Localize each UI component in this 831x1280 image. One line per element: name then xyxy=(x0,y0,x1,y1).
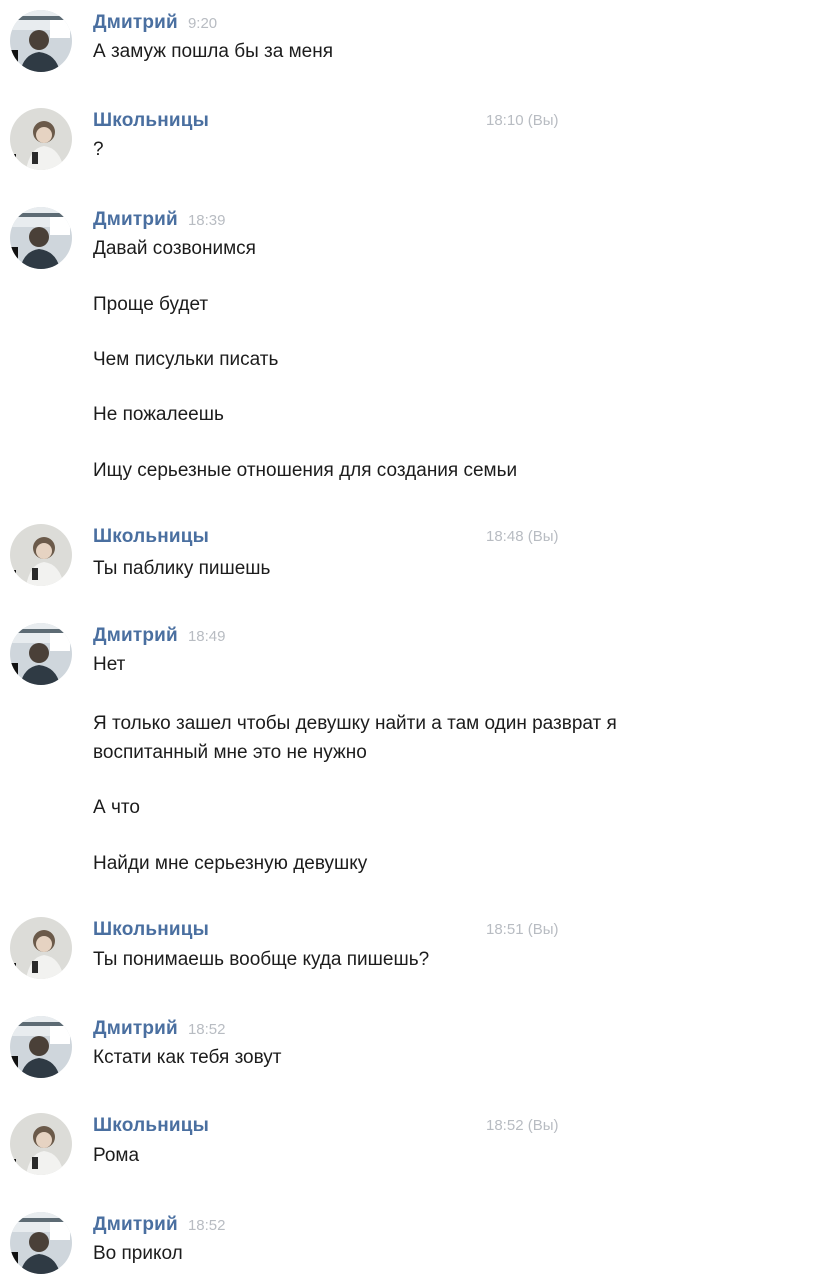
message-time: 18:48 (Вы) xyxy=(486,528,559,545)
message-text: Кстати как тебя зовут xyxy=(93,1047,282,1068)
avatar-schoolgirls[interactable] xyxy=(10,108,72,170)
avatar-schoolgirls-image xyxy=(10,108,72,170)
avatar-dmitry-image xyxy=(10,623,72,685)
avatar-schoolgirls[interactable] xyxy=(10,917,72,979)
avatar-schoolgirls[interactable] xyxy=(10,1113,72,1175)
chat-history: Дмитрий 9:20 А замуж пошла бы за меня Шко… xyxy=(0,0,831,1280)
message-header: Школьницы 18:52 (Вы) xyxy=(93,1115,558,1137)
message-time: 9:20 xyxy=(187,15,218,32)
message-text: Рома xyxy=(93,1145,140,1166)
message-text: Ты паблику пишешь xyxy=(93,558,271,579)
message-time: 18:39 xyxy=(187,212,226,229)
message-text: Проще будет xyxy=(93,294,209,315)
avatar-schoolgirls-image xyxy=(10,917,72,979)
message-time: 18:52 (Вы) xyxy=(486,1117,559,1134)
message-text: Ищу серьезные отношения для создания сем… xyxy=(93,460,518,481)
message-group: Школьницы 18:10 (Вы) ? xyxy=(0,98,831,188)
message-group: Школьницы 18:51 (Вы) Ты понимаешь вообще… xyxy=(0,907,831,997)
avatar-dmitry-image xyxy=(10,207,72,269)
avatar-schoolgirls[interactable] xyxy=(10,524,72,586)
message-group: Дмитрий 18:39 Давай созвонимся Проще буде… xyxy=(0,197,831,497)
message-text: Во прикол xyxy=(93,1243,183,1264)
avatar-dmitry[interactable] xyxy=(10,623,72,685)
message-group: Школьницы 18:48 (Вы) Ты паблику пишешь xyxy=(0,514,831,604)
avatar-dmitry-image xyxy=(10,1016,72,1078)
author-name[interactable]: Дмитрий xyxy=(93,1018,178,1039)
message-group: Школьницы 18:52 (Вы) Рома xyxy=(0,1103,831,1193)
message-header: Дмитрий 18:52 xyxy=(93,1018,513,1040)
message-header: Дмитрий 18:39 xyxy=(93,209,513,231)
author-name[interactable]: Дмитрий xyxy=(93,12,178,33)
message-group: Дмитрий 18:52 Во прикол xyxy=(0,1202,831,1280)
message-header: Дмитрий 18:49 xyxy=(93,625,513,647)
avatar-dmitry-image xyxy=(10,1212,72,1274)
message-header: Дмитрий 9:20 xyxy=(93,12,513,34)
message-header: Школьницы 18:10 (Вы) xyxy=(93,110,558,132)
message-text: Не пожалеешь xyxy=(93,404,224,425)
message-time: 18:51 (Вы) xyxy=(486,921,559,938)
message-time: 18:10 (Вы) xyxy=(486,112,559,129)
avatar-schoolgirls-image xyxy=(10,524,72,586)
author-name[interactable]: Школьницы xyxy=(93,526,209,547)
message-group: Дмитрий 18:49 Нет Я только зашел чтобы де… xyxy=(0,613,831,893)
message-text: Нет xyxy=(93,654,126,675)
message-header: Дмитрий 18:52 xyxy=(93,1214,513,1236)
avatar-dmitry[interactable] xyxy=(10,1212,72,1274)
message-text: Давай созвонимся xyxy=(93,238,256,259)
message-group: Дмитрий 9:20 А замуж пошла бы за меня xyxy=(0,0,831,90)
message-text: Найди мне серьезную девушку xyxy=(93,853,368,874)
message-header: Школьницы 18:51 (Вы) xyxy=(93,919,558,941)
author-name[interactable]: Школьницы xyxy=(93,919,209,940)
author-name[interactable]: Дмитрий xyxy=(93,209,178,230)
message-text: воспитанный мне это не нужно xyxy=(93,742,367,763)
avatar-schoolgirls-image xyxy=(10,1113,72,1175)
author-name[interactable]: Дмитрий xyxy=(93,1214,178,1235)
message-text: ? xyxy=(93,139,104,160)
message-text: А что xyxy=(93,797,140,818)
author-name[interactable]: Школьницы xyxy=(93,110,209,131)
avatar-dmitry[interactable] xyxy=(10,10,72,72)
message-time: 18:49 xyxy=(187,628,226,645)
message-text: Я только зашел чтобы девушку найти а там… xyxy=(93,713,617,734)
author-name[interactable]: Дмитрий xyxy=(93,625,178,646)
message-time: 18:52 xyxy=(187,1217,226,1234)
author-name[interactable]: Школьницы xyxy=(93,1115,209,1136)
message-group: Дмитрий 18:52 Кстати как тебя зовут xyxy=(0,1006,831,1096)
message-header: Школьницы 18:48 (Вы) xyxy=(93,526,558,548)
avatar-dmitry[interactable] xyxy=(10,207,72,269)
message-time: 18:52 xyxy=(187,1021,226,1038)
message-text: Ты понимаешь вообще куда пишешь? xyxy=(93,949,430,970)
avatar-dmitry-image xyxy=(10,10,72,72)
message-text: Чем писульки писать xyxy=(93,349,279,370)
message-text: А замуж пошла бы за меня xyxy=(93,41,334,62)
avatar-dmitry[interactable] xyxy=(10,1016,72,1078)
